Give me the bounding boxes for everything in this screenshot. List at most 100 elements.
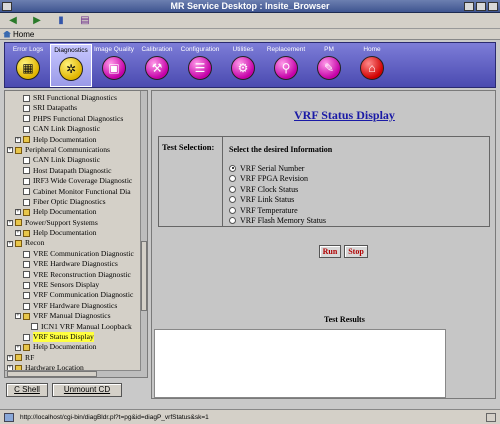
radio-button[interactable]: [229, 196, 236, 204]
tree-item[interactable]: + Help Documentation: [5, 135, 141, 145]
radio-button[interactable]: [229, 185, 236, 193]
info-option[interactable]: VRF Temperature: [229, 205, 326, 216]
window-title-bar: MR Service Desktop : Insite_Browser: [0, 0, 500, 13]
tree-list: SRI Functional Diagnostics SRI Datapaths P…: [5, 93, 141, 374]
info-option[interactable]: VRF Link Status: [229, 195, 326, 206]
minimize-icon[interactable]: [464, 2, 474, 11]
tree-item[interactable]: Cabinet Monitor Functional Dia: [5, 187, 141, 197]
toolbar-utilities-button[interactable]: Utilities ⚙: [222, 44, 264, 87]
radio-button[interactable]: [229, 164, 236, 172]
expand-toggle-icon[interactable]: +: [15, 230, 21, 237]
expand-toggle-icon[interactable]: +: [15, 136, 21, 143]
tree-item[interactable]: VRE Communication Diagnostic: [5, 249, 141, 259]
tree-item[interactable]: PHPS Functional Diagnostics: [5, 114, 141, 124]
tree-item-label: SRI Functional Diagnostics: [33, 93, 117, 102]
tree-item[interactable]: ICN1 VRF Manual Loopback: [5, 322, 141, 332]
forward-arrow-icon[interactable]: ▶: [28, 15, 46, 27]
option-label: VRF Clock Status: [240, 184, 299, 194]
close-icon[interactable]: [488, 2, 498, 11]
tree-horizontal-scroll-thumb[interactable]: [7, 371, 97, 377]
document-icon: [23, 271, 30, 279]
info-option[interactable]: VRF Clock Status: [229, 184, 326, 195]
info-option[interactable]: VRF Flash Memory Status: [229, 216, 326, 227]
tree-item-label: IRF3 Wide Coverage Diagnostic: [33, 176, 133, 186]
toolbar-replacement-button[interactable]: Replacement ⚲: [265, 44, 307, 87]
home-link[interactable]: Home: [3, 30, 34, 39]
toolbar-configuration-button[interactable]: Configuration ☰: [179, 44, 221, 87]
unmount-cd-button[interactable]: Unmount CD: [52, 383, 122, 397]
option-label: VRF Flash Memory Status: [240, 216, 327, 226]
tree-item[interactable]: SRI Datapaths: [5, 103, 141, 113]
tree-item[interactable]: SRI Functional Diagnostics: [5, 93, 141, 103]
toolbar-error-logs-button[interactable]: Error Logs ▦: [7, 44, 49, 87]
page-title: VRF Status Display: [294, 108, 395, 122]
tree-item[interactable]: + Power/Support Systems: [5, 218, 141, 228]
expand-toggle-icon[interactable]: +: [7, 240, 13, 247]
document-icon: [23, 198, 30, 206]
tree-item[interactable]: VRF Communication Diagnostic: [5, 290, 141, 300]
diagnostics-icon: ✲: [59, 57, 83, 81]
expand-toggle-icon[interactable]: +: [7, 354, 13, 361]
toolbar-item-label: Replacement: [266, 46, 306, 53]
expand-toggle-icon[interactable]: +: [15, 344, 21, 351]
tree-item[interactable]: + VRF Manual Diagnostics: [5, 311, 141, 321]
tree-item[interactable]: VRE Reconstruction Diagnostic: [5, 270, 141, 280]
tree-horizontal-scrollbar[interactable]: [5, 370, 141, 377]
tree-item-label: CAN Link Diagnostic: [33, 124, 101, 134]
stop-button[interactable]: Stop: [344, 245, 368, 258]
tree-item[interactable]: IRF3 Wide Coverage Diagnostic: [5, 176, 141, 186]
tree-item-label: VRE Communication Diagnostic: [33, 248, 134, 258]
tree-item[interactable]: + Help Documentation: [5, 342, 141, 352]
expand-toggle-icon[interactable]: +: [15, 209, 21, 216]
window-menu-icon[interactable]: [2, 2, 12, 11]
toolbar-home-button[interactable]: Home ⌂: [351, 44, 393, 87]
toolbar-calibration-button[interactable]: Calibration ⚒: [136, 44, 178, 87]
tree-item-label: Help Documentation: [33, 134, 97, 144]
tree-item-label: VRF Status Display: [33, 331, 94, 343]
tree-item-label: VRF Manual Diagnostics: [33, 311, 111, 321]
toolbar-image-quality-button[interactable]: Image Quality ▣: [93, 44, 135, 87]
expand-toggle-icon[interactable]: +: [15, 313, 21, 320]
tree-item[interactable]: CAN Link Diagnostic: [5, 155, 141, 165]
tree-item[interactable]: + Help Documentation: [5, 228, 141, 238]
tree-vertical-scrollbar[interactable]: [140, 91, 147, 377]
history-icon[interactable]: ▤: [76, 15, 94, 27]
tree-item[interactable]: CAN Link Diagnostic: [5, 124, 141, 134]
tree-item[interactable]: + RF: [5, 353, 141, 363]
info-option[interactable]: VRF FPGA Revision: [229, 174, 326, 185]
document-icon: [23, 94, 30, 102]
back-arrow-icon[interactable]: ◀: [4, 15, 22, 27]
tree-item-label: Recon: [25, 238, 45, 248]
maximize-icon[interactable]: [476, 2, 486, 11]
tree-item-label: Help Documentation: [33, 342, 97, 352]
pm-icon: ✎: [317, 56, 341, 80]
info-option[interactable]: VRF Serial Number: [229, 163, 326, 174]
tree-vertical-scroll-thumb[interactable]: [141, 241, 147, 311]
status-bar: http://localhost/cgi-bin/diagBldr.pl?t=p…: [0, 409, 500, 424]
toolbar-item-label: Calibration: [141, 46, 173, 53]
radio-button[interactable]: [229, 206, 236, 214]
document-icon: [23, 105, 30, 113]
tree-item[interactable]: Fiber Optic Diagnostics: [5, 197, 141, 207]
bookmarks-icon[interactable]: ▮: [52, 15, 70, 27]
document-icon: [23, 260, 30, 268]
expand-toggle-icon[interactable]: +: [7, 147, 13, 154]
tree-item[interactable]: + Recon: [5, 238, 141, 248]
tree-item[interactable]: + Help Documentation: [5, 207, 141, 217]
toolbar-item-label: Utilities: [232, 46, 254, 53]
tree-item[interactable]: VRF Status Display: [5, 331, 141, 343]
tree-item[interactable]: Host Datapath Diagnostic: [5, 166, 141, 176]
toolbar-diagnostics-button[interactable]: Diagnostics ✲: [50, 44, 92, 87]
radio-button[interactable]: [229, 175, 236, 183]
run-button[interactable]: Run: [319, 245, 341, 258]
tree-item[interactable]: + Peripheral Communications: [5, 145, 141, 155]
tree-item[interactable]: VRE Hardware Diagnostics: [5, 259, 141, 269]
c-shell-button[interactable]: C Shell: [6, 383, 48, 397]
test-results-area[interactable]: [154, 329, 446, 398]
expand-toggle-icon[interactable]: +: [7, 219, 13, 226]
radio-button[interactable]: [229, 217, 236, 225]
folder-icon: [23, 208, 30, 216]
tree-item[interactable]: VRE Sensors Display: [5, 280, 141, 290]
tree-item[interactable]: VRF Hardware Diagnostics: [5, 301, 141, 311]
toolbar-pm-button[interactable]: PM ✎: [308, 44, 350, 87]
